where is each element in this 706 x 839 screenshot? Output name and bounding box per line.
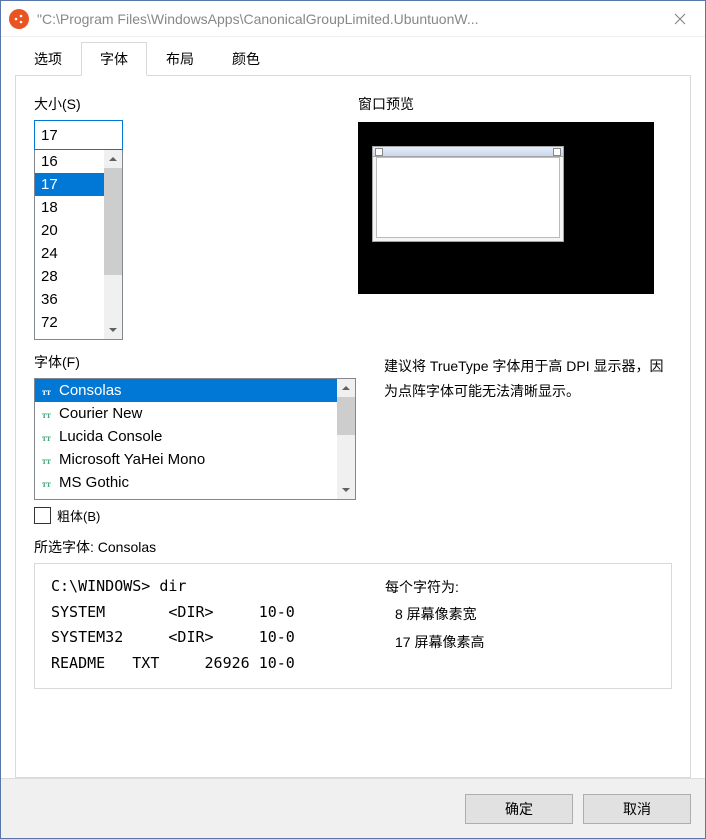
titlebar: "C:\Program Files\WindowsApps\CanonicalG… bbox=[1, 1, 705, 37]
size-scrollbar[interactable] bbox=[104, 150, 122, 339]
scroll-track[interactable] bbox=[104, 168, 122, 321]
preview-window-titlebar bbox=[373, 147, 563, 157]
char-metrics: 每个字符为: 8 屏幕像素宽 17 屏幕像素高 bbox=[385, 574, 484, 676]
sample-label: 所选字体: Consolas bbox=[34, 537, 672, 557]
font-option[interactable]: ᴛᴛ MS Gothic bbox=[35, 471, 337, 494]
sample-group: 所选字体: Consolas C:\WINDOWS> dir SYSTEM <D… bbox=[34, 537, 672, 689]
ubuntu-icon bbox=[9, 9, 29, 29]
svg-text:ᴛᴛ: ᴛᴛ bbox=[42, 433, 51, 443]
font-option-label: Consolas bbox=[59, 379, 122, 402]
cancel-button[interactable]: 取消 bbox=[583, 794, 691, 824]
font-option-label: Lucida Console bbox=[59, 425, 162, 448]
ok-button[interactable]: 确定 bbox=[465, 794, 573, 824]
chevron-down-icon bbox=[109, 326, 117, 334]
scroll-thumb[interactable] bbox=[104, 168, 122, 275]
svg-text:ᴛᴛ: ᴛᴛ bbox=[42, 456, 51, 466]
svg-text:ᴛᴛ: ᴛᴛ bbox=[42, 479, 51, 489]
close-button[interactable] bbox=[657, 3, 703, 35]
truetype-icon: ᴛᴛ bbox=[41, 385, 55, 397]
tab-0[interactable]: 选项 bbox=[15, 42, 81, 76]
button-bar: 确定 取消 bbox=[1, 778, 705, 838]
truetype-icon: ᴛᴛ bbox=[41, 408, 55, 420]
svg-text:ᴛᴛ: ᴛᴛ bbox=[42, 410, 51, 420]
font-listbox[interactable]: ᴛᴛConsolasᴛᴛCourier NewᴛᴛLucida Consoleᴛ… bbox=[34, 378, 356, 500]
properties-dialog: "C:\Program Files\WindowsApps\CanonicalG… bbox=[0, 0, 706, 839]
preview-label: 窗口预览 bbox=[358, 94, 672, 114]
size-option[interactable]: 17 bbox=[35, 173, 104, 196]
chevron-down-icon bbox=[342, 486, 350, 494]
preview-window-body bbox=[376, 157, 560, 238]
preview-window-frame bbox=[372, 146, 564, 242]
scroll-up-button[interactable] bbox=[104, 150, 122, 168]
tab-panel-font: 大小(S) 1617182024283672 窗口预览 bbox=[15, 75, 691, 778]
font-hint: 建议将 TrueType 字体用于高 DPI 显示器，因为点阵字体可能无法清晰显… bbox=[384, 352, 672, 525]
size-option[interactable]: 16 bbox=[35, 150, 104, 173]
scroll-down-button[interactable] bbox=[104, 321, 122, 339]
dialog-body: 选项字体布局颜色 大小(S) 1617182024283672 bbox=[1, 37, 705, 778]
font-option-label: MS Gothic bbox=[59, 471, 129, 494]
chevron-up-icon bbox=[342, 384, 350, 392]
size-option[interactable]: 24 bbox=[35, 242, 104, 265]
size-option[interactable]: 18 bbox=[35, 196, 104, 219]
font-option[interactable]: ᴛᴛ Courier New bbox=[35, 402, 337, 425]
window-preview bbox=[358, 122, 654, 294]
scroll-thumb[interactable] bbox=[337, 397, 355, 435]
size-option[interactable]: 72 bbox=[35, 311, 104, 334]
close-icon bbox=[674, 13, 686, 25]
truetype-icon: ᴛᴛ bbox=[41, 431, 55, 443]
font-option[interactable]: ᴛᴛ Microsoft YaHei Mono bbox=[35, 448, 337, 471]
tab-3[interactable]: 颜色 bbox=[213, 42, 279, 76]
bold-label: 粗体(B) bbox=[57, 506, 100, 525]
tab-2[interactable]: 布局 bbox=[147, 42, 213, 76]
scroll-down-button[interactable] bbox=[337, 481, 355, 499]
size-option[interactable]: 36 bbox=[35, 288, 104, 311]
scroll-up-button[interactable] bbox=[337, 379, 355, 397]
size-option[interactable]: 28 bbox=[35, 265, 104, 288]
svg-text:ᴛᴛ: ᴛᴛ bbox=[42, 387, 51, 397]
tab-1[interactable]: 字体 bbox=[81, 42, 147, 76]
size-group: 大小(S) 1617182024283672 bbox=[34, 94, 330, 340]
font-option-label: Courier New bbox=[59, 402, 142, 425]
font-sample: C:\WINDOWS> dir SYSTEM <DIR> 10-0 SYSTEM… bbox=[51, 574, 357, 676]
char-metrics-title: 每个字符为: bbox=[385, 574, 484, 601]
preview-group: 窗口预览 bbox=[358, 94, 672, 340]
bold-checkbox[interactable] bbox=[34, 507, 51, 524]
truetype-icon: ᴛᴛ bbox=[41, 454, 55, 466]
scroll-track[interactable] bbox=[337, 397, 355, 481]
window-title: "C:\Program Files\WindowsApps\CanonicalG… bbox=[37, 11, 657, 27]
font-option[interactable]: ᴛᴛ Consolas bbox=[35, 379, 337, 402]
char-width: 8 屏幕像素宽 bbox=[385, 601, 484, 628]
tab-strip: 选项字体布局颜色 bbox=[15, 41, 691, 75]
font-option[interactable]: ᴛᴛ Lucida Console bbox=[35, 425, 337, 448]
size-option[interactable]: 20 bbox=[35, 219, 104, 242]
size-listbox[interactable]: 1617182024283672 bbox=[34, 150, 123, 340]
truetype-icon: ᴛᴛ bbox=[41, 477, 55, 489]
font-option-label: Microsoft YaHei Mono bbox=[59, 448, 205, 471]
size-label: 大小(S) bbox=[34, 94, 330, 114]
font-label: 字体(F) bbox=[34, 352, 356, 372]
font-scrollbar[interactable] bbox=[337, 379, 355, 499]
font-group: 字体(F) ᴛᴛ Consolas ᴛᴛ Courier New ᴛᴛ Lucida Co… bbox=[34, 352, 356, 525]
size-input[interactable] bbox=[34, 120, 123, 150]
chevron-up-icon bbox=[109, 155, 117, 163]
char-height: 17 屏幕像素高 bbox=[385, 629, 484, 656]
